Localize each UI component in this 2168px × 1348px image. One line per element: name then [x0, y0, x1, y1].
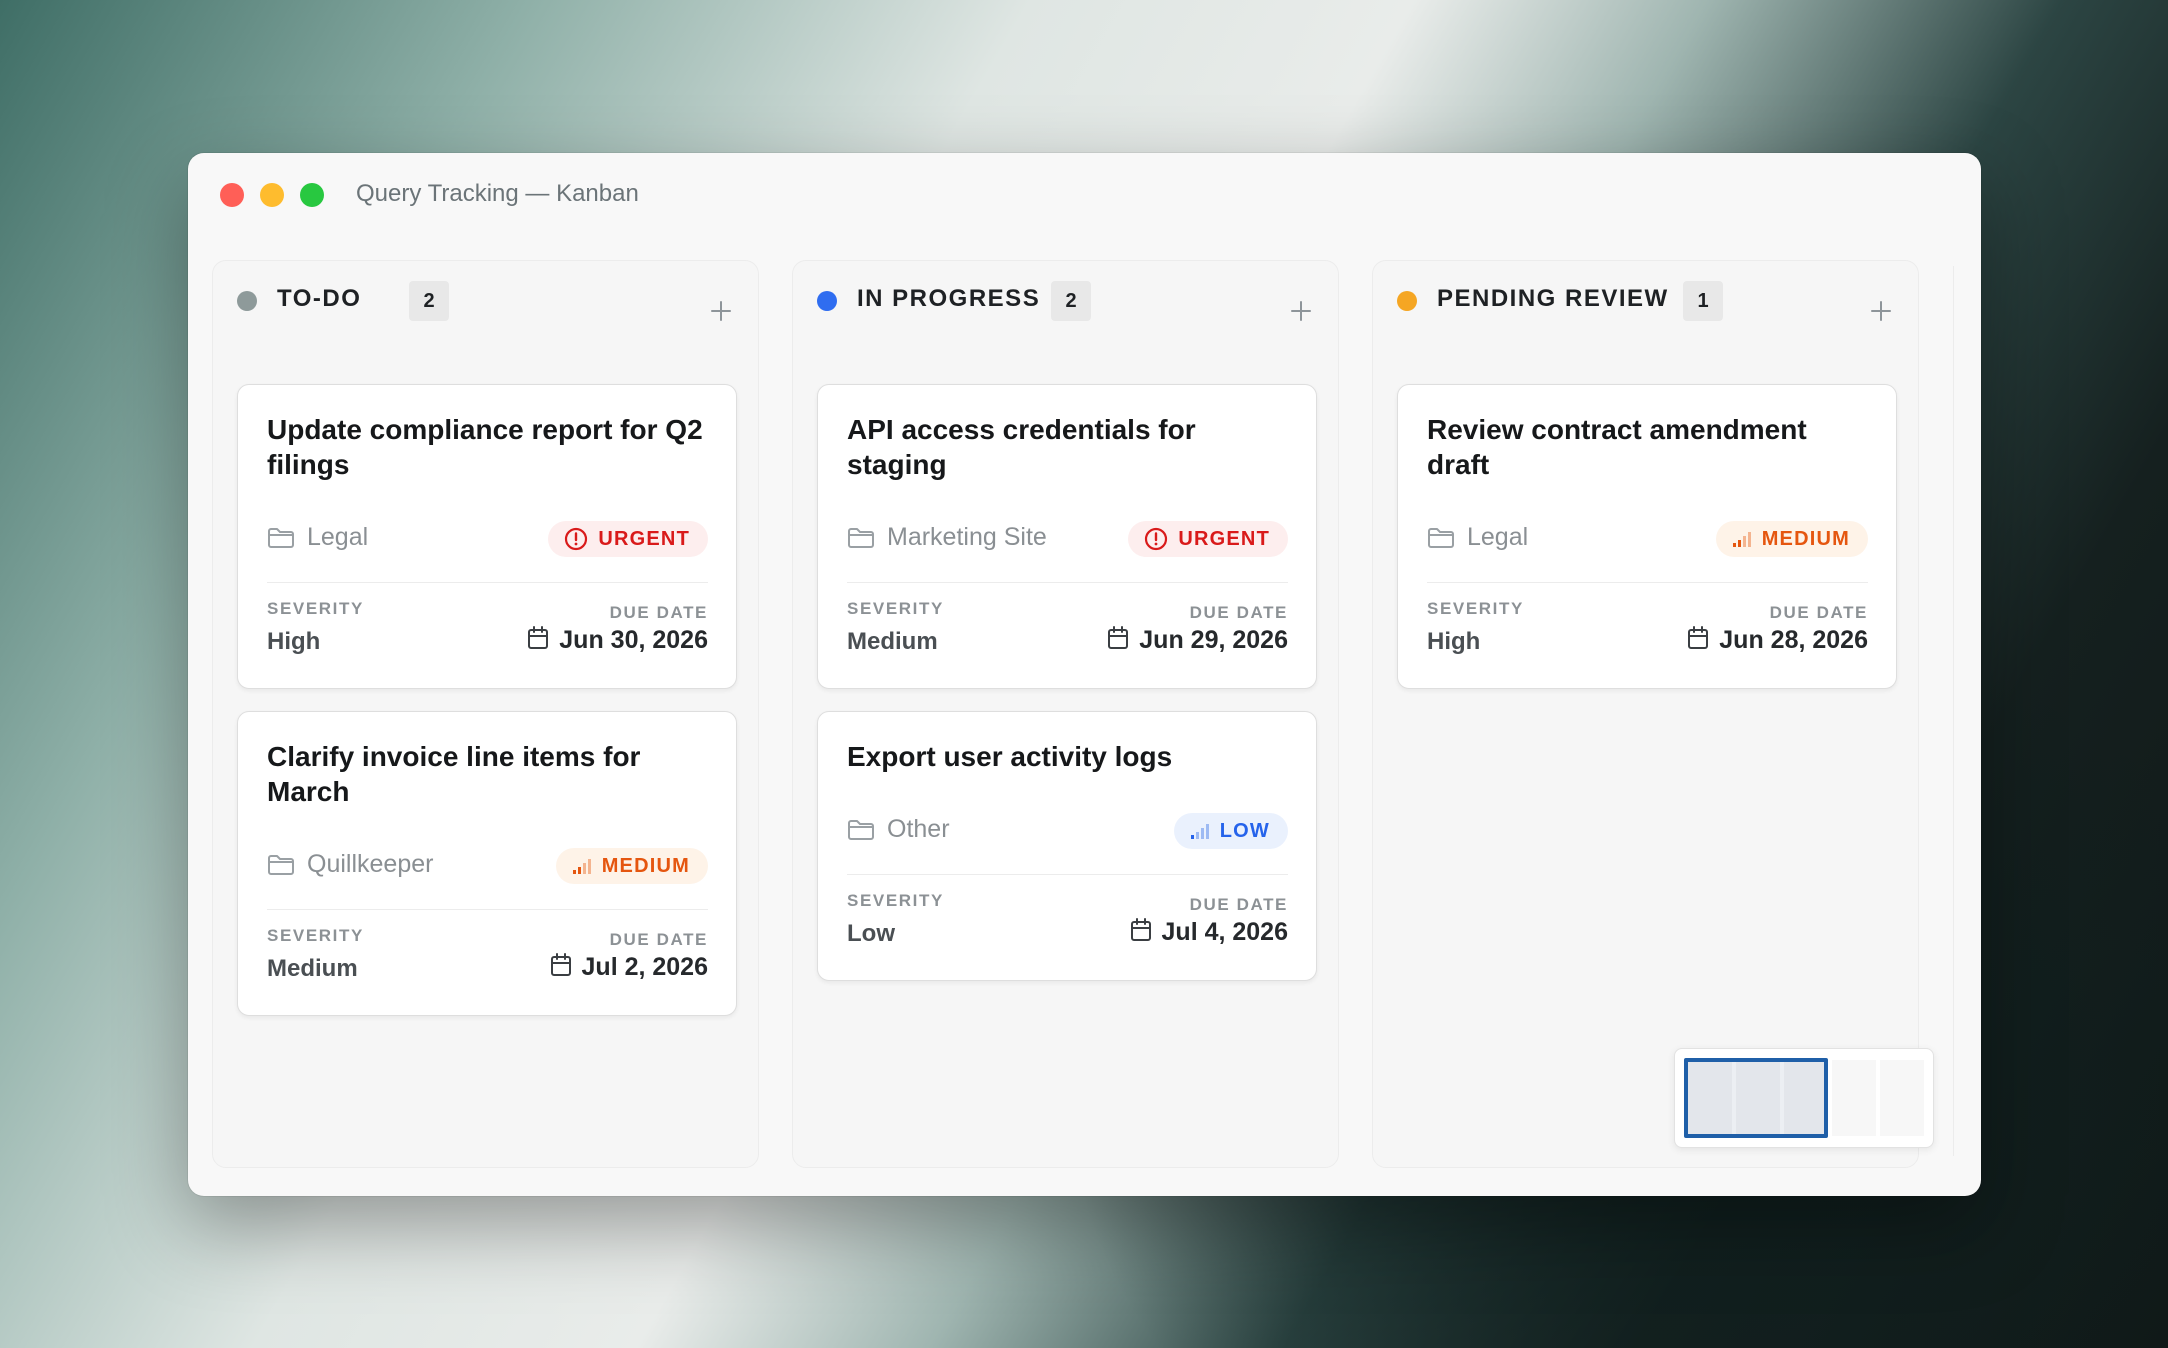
due-date-value: Jun 28, 2026	[1719, 625, 1868, 654]
column-count-badge: 1	[1683, 281, 1723, 321]
calendar-icon	[1107, 625, 1129, 655]
due-date-value: Jun 29, 2026	[1139, 625, 1288, 654]
alert-circle-icon	[1144, 527, 1168, 551]
priority-badge: URGENT	[1128, 521, 1288, 557]
priority-badge: MEDIUM	[555, 848, 708, 884]
task-card[interactable]: Clarify invoice line items for March Qui…	[237, 711, 737, 1016]
column-header: IN PROGRESS 2	[793, 261, 1338, 341]
board-minimap[interactable]	[1674, 1048, 1934, 1148]
divider	[267, 582, 708, 583]
severity-value: Low	[847, 920, 895, 947]
folder-icon	[1427, 526, 1455, 550]
column-title: TO-DO	[277, 285, 362, 312]
minimap-viewport[interactable]	[1684, 1058, 1828, 1138]
severity-label: SEVERITY	[267, 926, 364, 945]
divider	[847, 582, 1288, 583]
calendar-icon	[1130, 917, 1152, 947]
calendar-icon	[550, 952, 572, 982]
due-date-label: DUE DATE	[609, 930, 708, 949]
close-window-button[interactable]	[220, 183, 244, 207]
alert-circle-icon	[564, 527, 588, 551]
due-date: Jul 4, 2026	[1130, 916, 1288, 948]
window-title: Query Tracking — Kanban	[356, 180, 639, 207]
due-date-label: DUE DATE	[1769, 603, 1868, 622]
status-dot	[1397, 291, 1417, 311]
priority-badge: LOW	[1173, 813, 1288, 849]
priority-badge: MEDIUM	[1715, 521, 1868, 557]
project-label: Marketing Site	[887, 523, 1047, 551]
minimap-column	[1880, 1060, 1924, 1136]
add-card-button[interactable]	[1870, 288, 1892, 332]
minimap-column	[1832, 1060, 1876, 1136]
calendar-icon	[1687, 625, 1709, 655]
due-date-label: DUE DATE	[1189, 895, 1288, 914]
due-date-value: Jul 4, 2026	[1161, 917, 1288, 946]
column-todo: TO-DO 2 Update compliance report for Q2 …	[212, 260, 759, 1168]
priority-label: URGENT	[1178, 528, 1270, 550]
due-date-value: Jul 2, 2026	[581, 952, 708, 981]
due-date-value: Jun 30, 2026	[559, 625, 708, 654]
app-window: Query Tracking — Kanban TO-DO 2 Update c…	[188, 153, 1981, 1196]
folder-icon	[267, 526, 295, 550]
add-card-button[interactable]	[710, 288, 732, 332]
title-bar: Query Tracking — Kanban	[188, 153, 1981, 233]
folder-icon	[847, 818, 875, 842]
severity-value: High	[267, 628, 321, 655]
signal-medium-icon	[1732, 530, 1752, 548]
task-card[interactable]: Update compliance report for Q2 filings …	[237, 384, 737, 689]
column-in-progress: IN PROGRESS 2 API access credentials for…	[792, 260, 1339, 1168]
maximize-window-button[interactable]	[300, 183, 324, 207]
divider	[267, 909, 708, 910]
priority-label: MEDIUM	[601, 855, 690, 877]
column-count-badge: 2	[1051, 281, 1091, 321]
status-dot	[237, 291, 257, 311]
severity-value: Medium	[847, 628, 938, 655]
project-label: Other	[887, 815, 950, 843]
column-count-badge: 2	[409, 281, 449, 321]
folder-icon	[267, 853, 295, 877]
severity-label: SEVERITY	[847, 599, 944, 618]
column-title: PENDING REVIEW	[1437, 285, 1669, 312]
severity-label: SEVERITY	[1427, 599, 1524, 618]
severity-value: Medium	[267, 955, 358, 982]
add-card-button[interactable]	[1290, 288, 1312, 332]
due-date: Jul 2, 2026	[550, 951, 708, 983]
signal-medium-icon	[572, 857, 592, 875]
card-title: Review contract amendment draft	[1427, 414, 1807, 480]
folder-icon	[847, 526, 875, 550]
severity-label: SEVERITY	[847, 891, 944, 910]
board-scroll-edge	[1953, 266, 1954, 1156]
column-title: IN PROGRESS	[857, 285, 1041, 312]
minimize-window-button[interactable]	[260, 183, 284, 207]
project-label: Legal	[1467, 523, 1529, 551]
project-label: Quillkeeper	[307, 850, 434, 878]
column-pending-review: PENDING REVIEW 1 Review contract amendme…	[1372, 260, 1919, 1168]
divider	[847, 874, 1288, 875]
column-header: PENDING REVIEW 1	[1373, 261, 1918, 341]
card-title: Clarify invoice line items for March	[267, 741, 641, 807]
severity-label: SEVERITY	[267, 599, 364, 618]
priority-label: LOW	[1219, 820, 1270, 842]
card-title: Export user activity logs	[847, 741, 1173, 772]
status-dot	[817, 291, 837, 311]
signal-low-icon	[1190, 822, 1210, 840]
task-card[interactable]: Export user activity logs Other LOW SEVE…	[817, 711, 1317, 981]
priority-badge: URGENT	[548, 521, 708, 557]
task-card[interactable]: API access credentials for staging Marke…	[817, 384, 1317, 689]
card-title: Update compliance report for Q2 filings	[267, 414, 703, 480]
due-date: Jun 30, 2026	[527, 624, 708, 656]
due-date: Jun 29, 2026	[1107, 624, 1288, 656]
project-label: Legal	[307, 523, 369, 551]
due-date: Jun 28, 2026	[1687, 624, 1868, 656]
task-card[interactable]: Review contract amendment draft Legal ME…	[1397, 384, 1897, 689]
divider	[1427, 582, 1868, 583]
column-header: TO-DO 2	[213, 261, 758, 341]
calendar-icon	[527, 625, 549, 655]
priority-label: MEDIUM	[1761, 528, 1850, 550]
severity-value: High	[1427, 628, 1481, 655]
card-title: API access credentials for staging	[847, 414, 1196, 480]
due-date-label: DUE DATE	[1189, 603, 1288, 622]
priority-label: URGENT	[598, 528, 690, 550]
due-date-label: DUE DATE	[609, 603, 708, 622]
